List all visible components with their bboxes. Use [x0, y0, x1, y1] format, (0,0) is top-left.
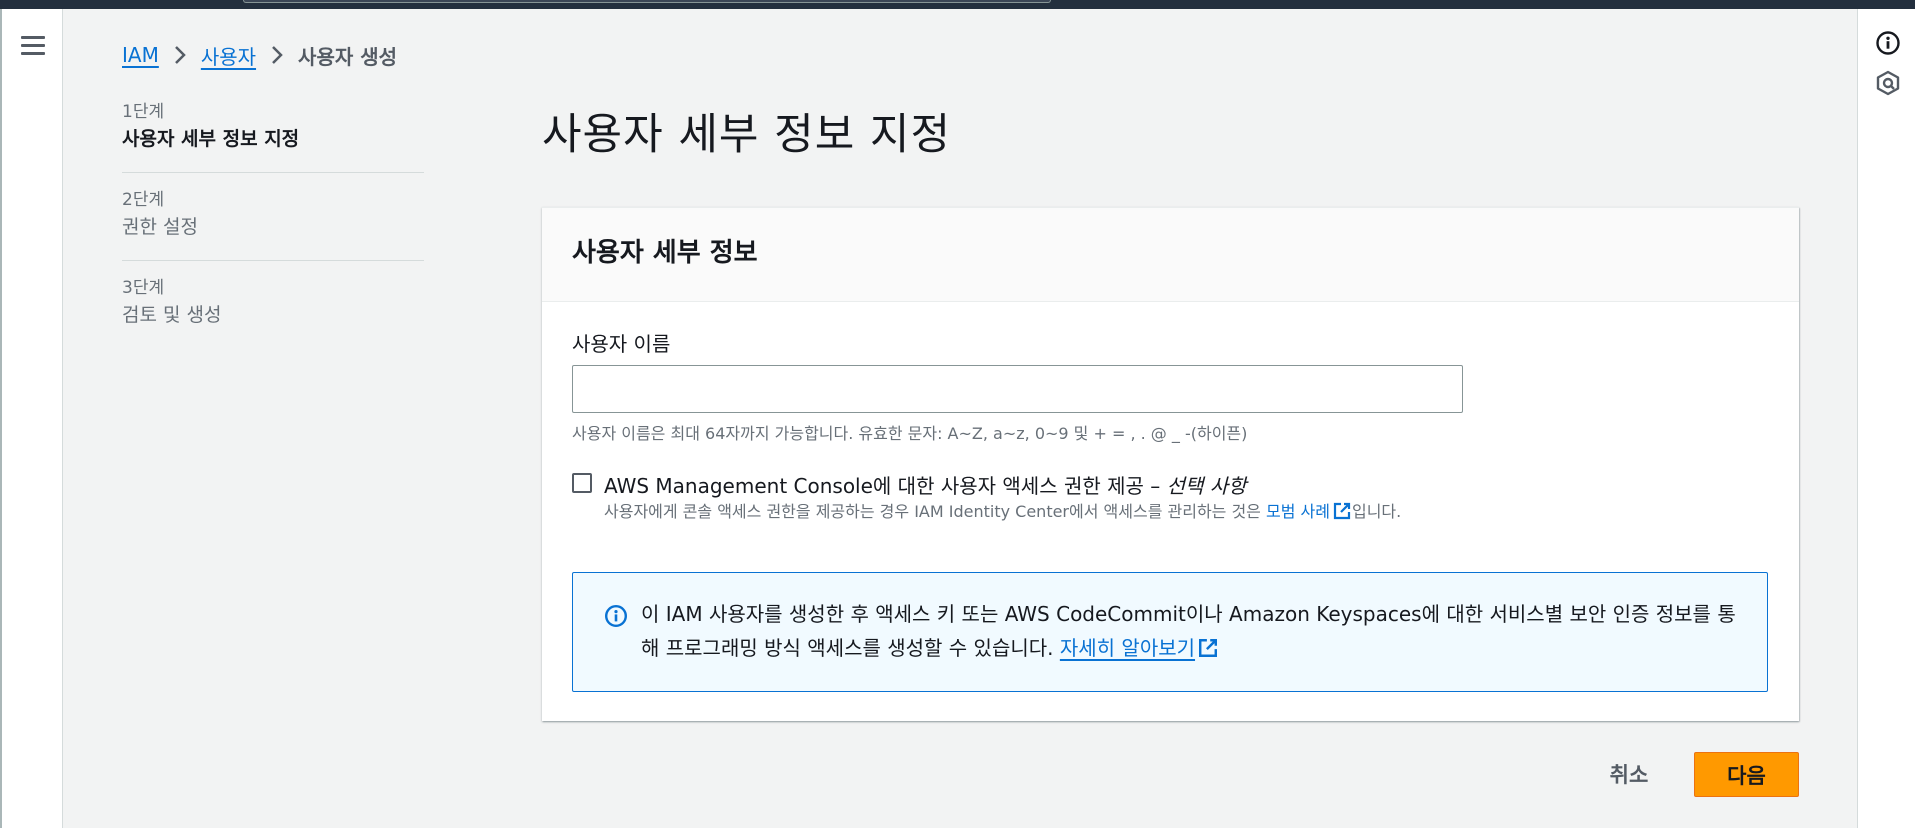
- optional-tag: 선택 사항: [1166, 474, 1247, 498]
- username-input[interactable]: [572, 365, 1463, 413]
- step-number: 3단계: [122, 278, 165, 298]
- info-alert: 이 IAM 사용자를 생성한 후 액세스 키 또는 AWS CodeCommit…: [572, 572, 1768, 692]
- info-circle-icon[interactable]: [1875, 30, 1901, 56]
- external-link-icon[interactable]: [1333, 502, 1351, 526]
- breadcrumb-iam[interactable]: IAM: [122, 43, 159, 67]
- wizard-steps: 1단계 사용자 세부 정보 지정 2단계 권한 설정 3단계 검토 및 생성: [122, 100, 424, 363]
- hexagon-settings-icon[interactable]: [1875, 70, 1901, 96]
- user-details-container: 사용자 세부 정보 사용자 이름 사용자 이름은 최대 64자까지 가능합니다.…: [542, 207, 1799, 721]
- best-practice-link[interactable]: 모범 사례: [1266, 502, 1330, 521]
- breadcrumb: IAM 사용자 사용자 생성: [122, 40, 397, 70]
- next-button[interactable]: 다음: [1694, 752, 1799, 797]
- chevron-right-icon: [270, 45, 284, 65]
- global-search-bar[interactable]: [243, 0, 1051, 3]
- container-title: 사용자 세부 정보: [572, 238, 758, 268]
- left-navigation-rail: [0, 9, 63, 828]
- wizard-step-3: 3단계 검토 및 생성: [122, 276, 424, 348]
- wizard-step-1: 1단계 사용자 세부 정보 지정: [122, 100, 424, 173]
- step-title: 권한 설정: [122, 216, 198, 238]
- breadcrumb-current: 사용자 생성: [298, 44, 398, 69]
- console-access-label-text: AWS Management Console에 대한 사용자 액세스 권한 제공…: [604, 474, 1167, 498]
- console-access-description: 사용자에게 콘솔 액세스 권한을 제공하는 경우 IAM Identity Ce…: [604, 500, 1434, 526]
- username-help-text: 사용자 이름은 최대 64자까지 가능합니다. 유효한 문자: A~Z, a~z…: [572, 424, 1248, 443]
- console-access-desc-suffix: 입니다.: [1351, 502, 1402, 521]
- wizard-step-2: 2단계 권한 설정: [122, 188, 424, 261]
- right-tools-rail: [1857, 9, 1915, 828]
- step-title: 검토 및 생성: [122, 304, 222, 326]
- learn-more-link[interactable]: 자세히 알아보기: [1060, 636, 1195, 660]
- container-header: 사용자 세부 정보: [542, 208, 1799, 302]
- step-number: 2단계: [122, 190, 165, 210]
- breadcrumb-users[interactable]: 사용자: [201, 41, 256, 70]
- top-nav-bar: [0, 0, 1915, 9]
- page-title: 사용자 세부 정보 지정: [542, 110, 952, 160]
- info-circle-icon: [604, 604, 628, 628]
- cancel-button[interactable]: 취소: [1594, 752, 1664, 796]
- step-title: 사용자 세부 정보 지정: [122, 128, 300, 150]
- external-link-icon[interactable]: [1198, 634, 1218, 668]
- hamburger-menu-icon[interactable]: [21, 34, 45, 58]
- console-access-desc-text: 사용자에게 콘솔 액세스 권한을 제공하는 경우 IAM Identity Ce…: [604, 502, 1266, 521]
- alert-message: 이 IAM 사용자를 생성한 후 액세스 키 또는 AWS CodeCommit…: [641, 597, 1751, 668]
- username-label: 사용자 이름: [572, 332, 671, 356]
- chevron-right-icon: [173, 45, 187, 65]
- step-number: 1단계: [122, 102, 165, 122]
- console-access-label[interactable]: AWS Management Console에 대한 사용자 액세스 권한 제공…: [604, 470, 1247, 499]
- console-access-checkbox[interactable]: [572, 473, 592, 493]
